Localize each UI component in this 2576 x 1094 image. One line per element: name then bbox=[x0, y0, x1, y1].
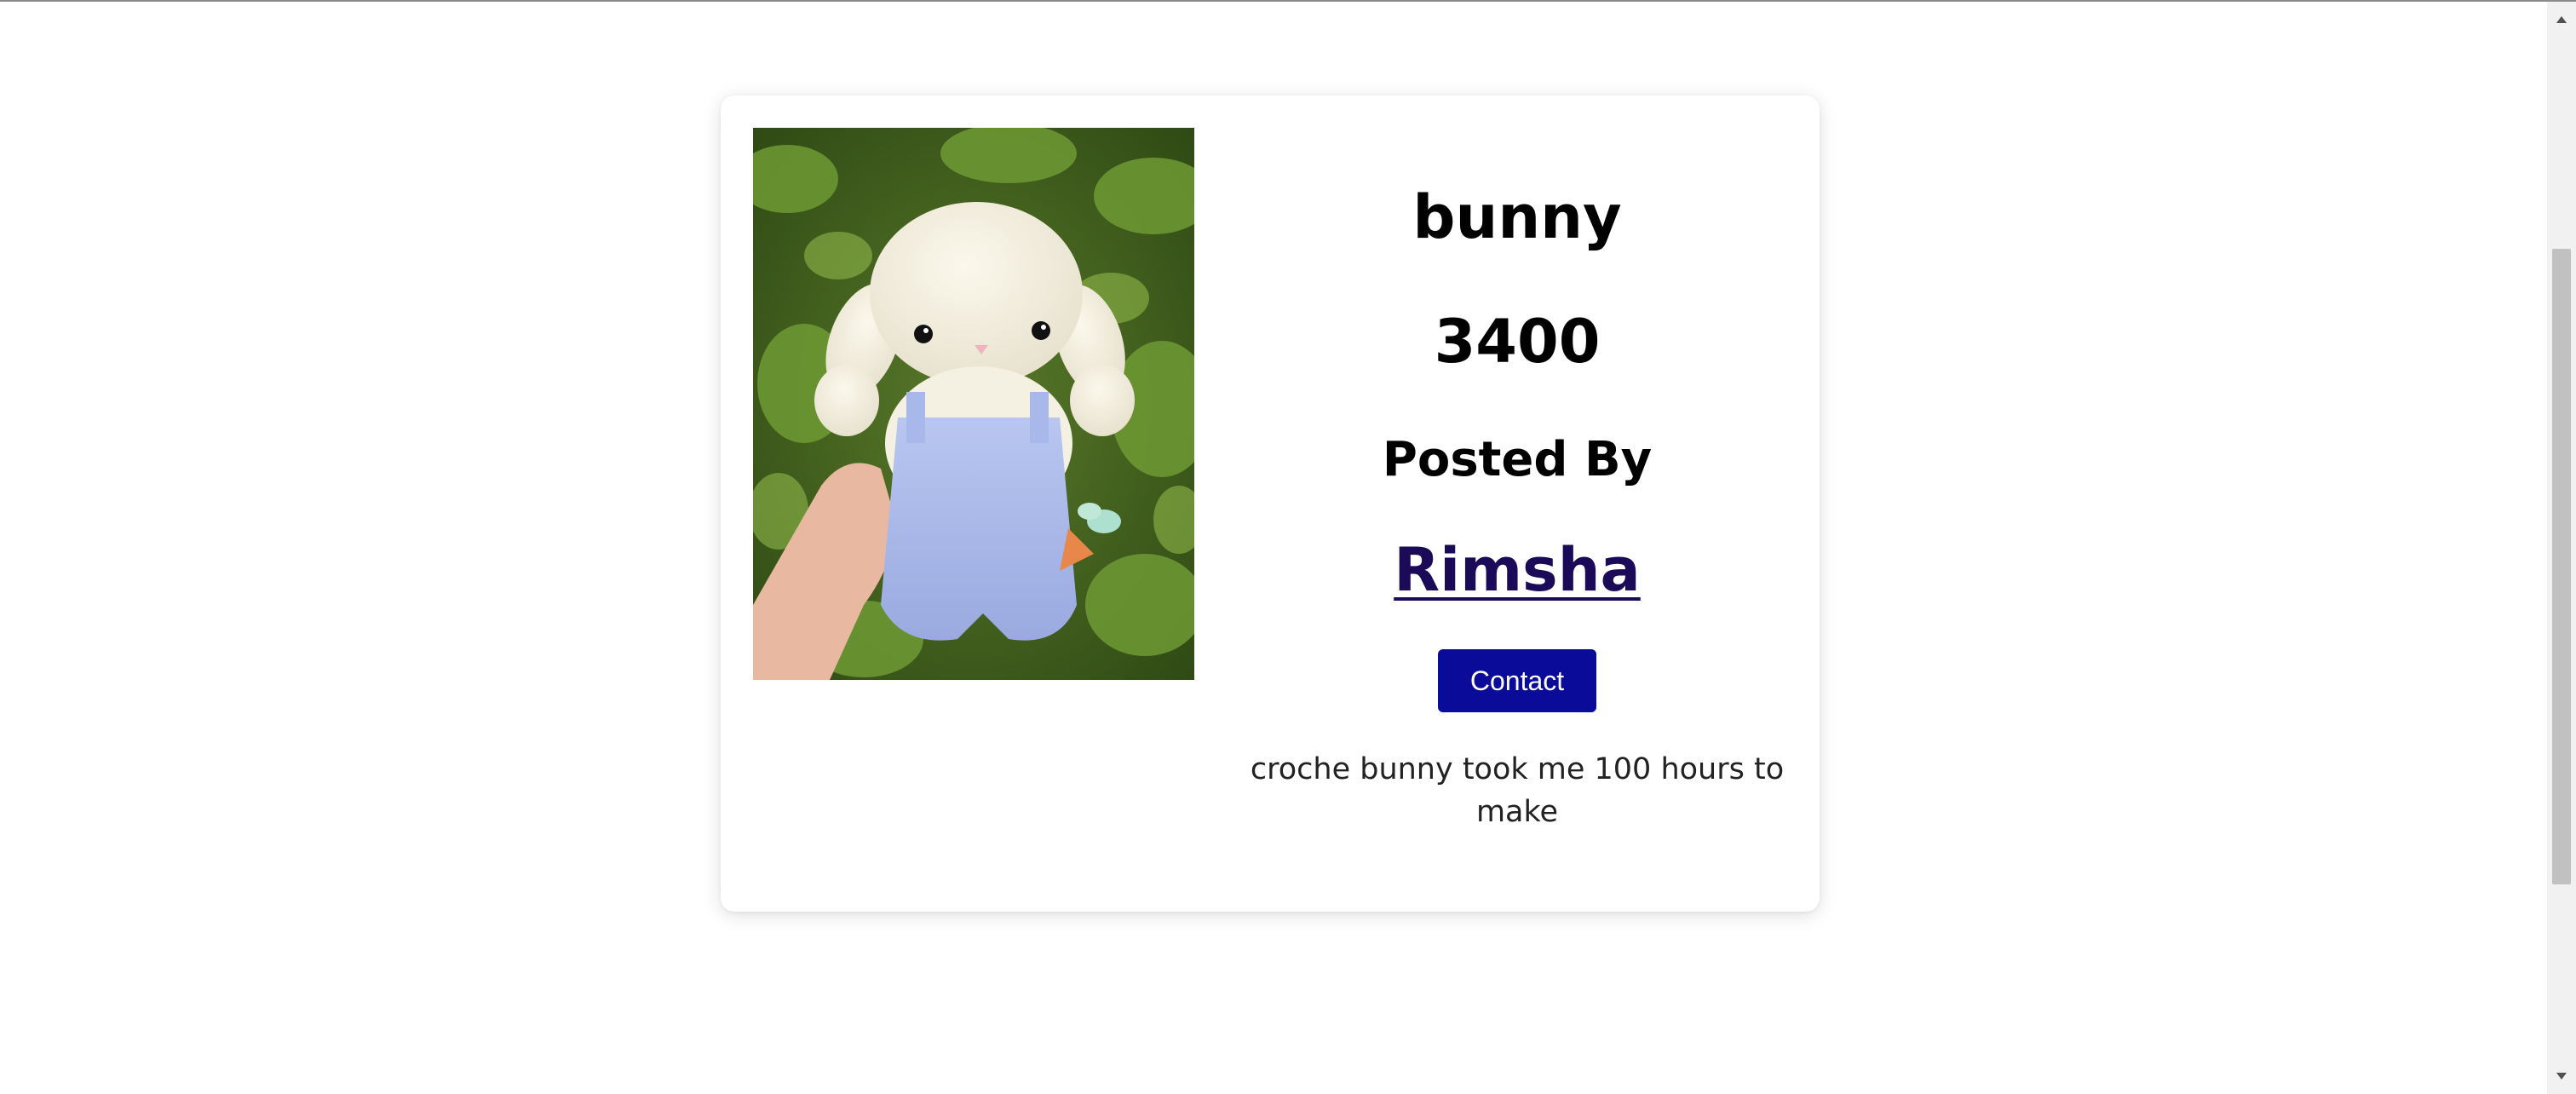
browser-viewport: bunny 3400 Posted By Rimsha Contact croc… bbox=[0, 0, 2576, 1094]
arrow-up-icon[interactable] bbox=[2547, 5, 2576, 34]
contact-button[interactable]: Contact bbox=[1438, 649, 1596, 712]
listing-title: bunny bbox=[1412, 182, 1622, 252]
listing-details: bunny 3400 Posted By Rimsha Contact croc… bbox=[1240, 128, 1794, 833]
arrow-down-icon[interactable] bbox=[2547, 1062, 2576, 1091]
posted-by-label: Posted By bbox=[1382, 432, 1653, 487]
listing-description: croche bunny took me 100 hours to make bbox=[1250, 752, 1785, 829]
crochet-bunny-photo bbox=[753, 128, 1194, 680]
author-link[interactable]: Rimsha bbox=[1394, 540, 1641, 600]
listing-image bbox=[753, 128, 1194, 680]
vertical-scrollbar[interactable] bbox=[2547, 2, 2576, 1094]
listing-price: 3400 bbox=[1434, 307, 1601, 377]
scrollbar-thumb[interactable] bbox=[2552, 249, 2571, 884]
listing-card: bunny 3400 Posted By Rimsha Contact croc… bbox=[721, 95, 1820, 912]
